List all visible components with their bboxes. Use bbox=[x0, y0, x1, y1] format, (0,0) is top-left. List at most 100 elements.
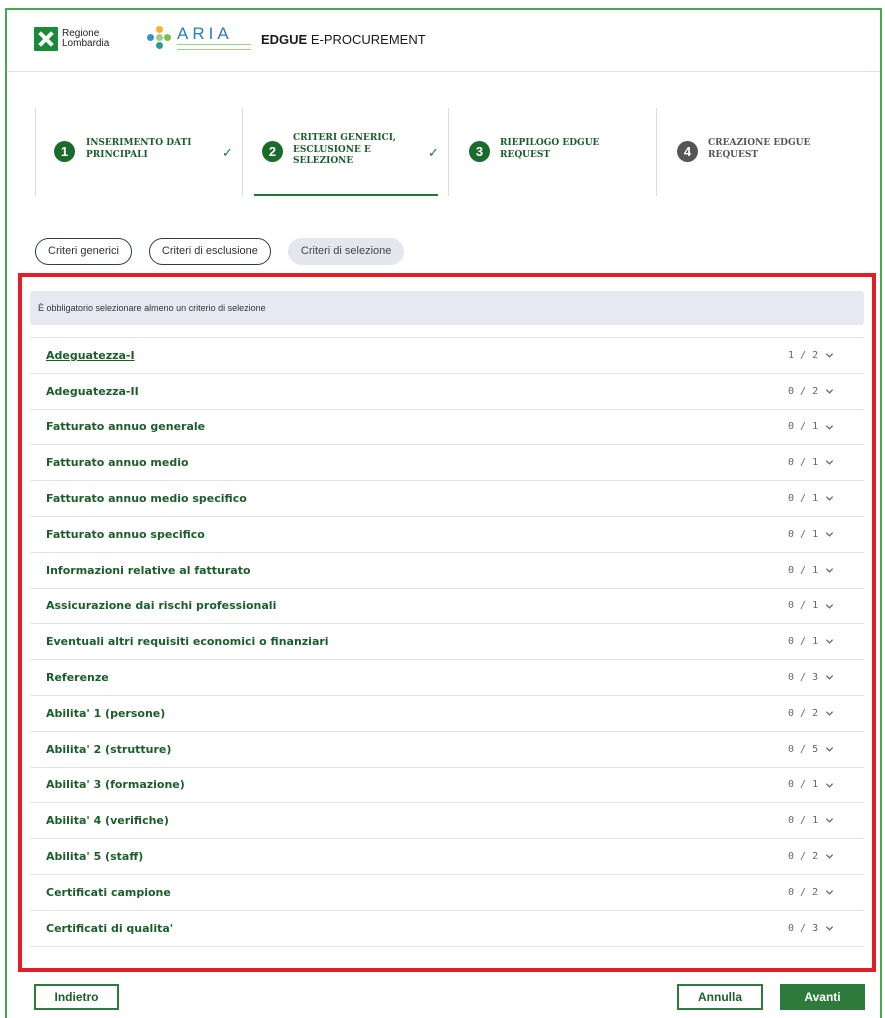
criterion-count: 0 / 2 bbox=[788, 707, 819, 719]
criterion-row[interactable]: Informazioni relative al fatturato 0 / 1 bbox=[30, 553, 864, 589]
step-2-label: CRITERI GENERICI, ESCLUSIONE E SELEZIONE bbox=[293, 133, 397, 166]
criterion-name: Assicurazione dai rischi professionali bbox=[46, 599, 277, 613]
aria-dots-icon bbox=[147, 25, 171, 50]
criterion-count: 0 / 2 bbox=[788, 851, 819, 863]
app-title-rest: E-PROCUREMENT bbox=[307, 32, 426, 47]
criterion-row[interactable]: Adeguatezza-II 0 / 2 bbox=[30, 374, 864, 410]
criterion-row[interactable]: Adeguatezza-I 1 / 2 bbox=[30, 338, 864, 374]
criterion-row[interactable]: Fatturato annuo generale 0 / 1 bbox=[30, 410, 864, 446]
step-4-label: CREAZIONE EDGUE REQUEST bbox=[708, 138, 811, 160]
step-1-number: 1 bbox=[54, 141, 75, 162]
selection-criteria-panel: È obbligatorio selezionare almeno un cri… bbox=[18, 273, 876, 972]
tab-criteri-esclusione[interactable]: Criteri di esclusione bbox=[148, 238, 271, 265]
region-logo-line2: Lombardia bbox=[62, 38, 110, 49]
step-1-label: INSERIMENTO DATI PRINCIPALI bbox=[86, 138, 192, 160]
chevron-down-icon[interactable] bbox=[825, 637, 834, 646]
chevron-down-icon[interactable] bbox=[825, 602, 834, 611]
criteria-list: Adeguatezza-I 1 / 2 Adeguatezza-II 0 / 2 Fat… bbox=[30, 337, 864, 947]
chevron-down-icon[interactable] bbox=[825, 745, 834, 754]
criterion-count: 1 / 2 bbox=[788, 349, 819, 361]
criterion-row[interactable]: Fatturato annuo medio specifico 0 / 1 bbox=[30, 481, 864, 517]
criterion-row[interactable]: Referenze 0 / 3 bbox=[30, 660, 864, 696]
criterion-count: 0 / 1 bbox=[788, 815, 819, 827]
criterion-name: Certificati campione bbox=[46, 885, 171, 899]
back-button[interactable]: Indietro bbox=[34, 984, 119, 1010]
criterion-count: 0 / 1 bbox=[788, 564, 819, 576]
criterion-row[interactable]: Abilita' 5 (staff) 0 / 2 bbox=[30, 839, 864, 875]
chevron-down-icon[interactable] bbox=[825, 781, 834, 790]
criterion-count: 0 / 3 bbox=[788, 922, 819, 934]
criterion-name: Certificati di qualita' bbox=[46, 921, 174, 935]
criterion-count: 0 / 1 bbox=[788, 528, 819, 540]
step-3-number: 3 bbox=[469, 141, 490, 162]
chevron-down-icon[interactable] bbox=[825, 423, 834, 432]
chevron-down-icon[interactable] bbox=[825, 852, 834, 861]
step-3-label: RIEPILOGO EDGUE REQUEST bbox=[500, 138, 600, 160]
app-header: Regione Lombardia ARIA EDGUE E-PROCUREME… bbox=[7, 10, 880, 72]
criterion-row[interactable]: Abilita' 1 (persone) 0 / 2 bbox=[30, 696, 864, 732]
criterion-name: Abilita' 5 (staff) bbox=[46, 850, 144, 864]
criterion-row[interactable]: Assicurazione dai rischi professionali 0 … bbox=[30, 589, 864, 625]
criterion-count: 0 / 1 bbox=[788, 779, 819, 791]
criterion-name: Fatturato annuo generale bbox=[46, 420, 206, 434]
aria-wordmark: ARIA bbox=[177, 24, 233, 43]
step-1[interactable]: 1 INSERIMENTO DATI PRINCIPALI ✓ bbox=[35, 108, 242, 196]
chevron-down-icon[interactable] bbox=[825, 458, 834, 467]
criterion-count: 0 / 1 bbox=[788, 600, 819, 612]
aria-tagline-decoration bbox=[177, 44, 251, 50]
criterion-name: Adeguatezza-I bbox=[46, 348, 135, 362]
criterion-row[interactable]: Abilita' 3 (formazione) 0 / 1 bbox=[30, 768, 864, 804]
criterion-count: 0 / 3 bbox=[788, 672, 819, 684]
criterion-name: Eventuali altri requisiti economici o fi… bbox=[46, 635, 329, 649]
chevron-down-icon[interactable] bbox=[825, 351, 834, 360]
app-title-bold: EDGUE bbox=[261, 32, 308, 47]
criterion-name: Adeguatezza-II bbox=[46, 384, 139, 398]
chevron-down-icon[interactable] bbox=[825, 709, 834, 718]
next-button[interactable]: Avanti bbox=[780, 984, 865, 1010]
criteria-tabs: Criteri generici Criteri di esclusione C… bbox=[35, 238, 405, 265]
step-1-check-icon: ✓ bbox=[222, 146, 233, 161]
step-2-active-indicator bbox=[254, 194, 438, 196]
chevron-down-icon[interactable] bbox=[825, 888, 834, 897]
tab-criteri-generici[interactable]: Criteri generici bbox=[35, 238, 132, 265]
criterion-name: Abilita' 4 (verifiche) bbox=[46, 814, 169, 828]
chevron-down-icon[interactable] bbox=[825, 530, 834, 539]
criterion-name: Fatturato annuo medio specifico bbox=[46, 492, 247, 506]
criterion-name: Fatturato annuo medio bbox=[46, 456, 189, 470]
chevron-down-icon[interactable] bbox=[825, 387, 834, 396]
criterion-name: Abilita' 3 (formazione) bbox=[46, 778, 185, 792]
criterion-name: Referenze bbox=[46, 671, 109, 685]
aria-logo: ARIA bbox=[147, 25, 251, 50]
criterion-row[interactable]: Abilita' 4 (verifiche) 0 / 1 bbox=[30, 803, 864, 840]
criterion-count: 0 / 1 bbox=[788, 457, 819, 469]
criterion-name: Abilita' 1 (persone) bbox=[46, 706, 166, 720]
criterion-count: 0 / 5 bbox=[788, 743, 819, 755]
criterion-row[interactable]: Abilita' 2 (strutture) 0 / 5 bbox=[30, 732, 864, 768]
mandatory-notice: È obbligatorio selezionare almeno un cri… bbox=[30, 291, 864, 325]
chevron-down-icon[interactable] bbox=[825, 924, 834, 933]
criterion-row[interactable]: Fatturato annuo medio 0 / 1 bbox=[30, 445, 864, 482]
chevron-down-icon[interactable] bbox=[825, 816, 834, 825]
regione-lombardia-mark-icon bbox=[34, 27, 58, 51]
step-2-check-icon: ✓ bbox=[428, 146, 439, 161]
criterion-row[interactable]: Eventuali altri requisiti economici o fi… bbox=[30, 624, 864, 661]
criterion-count: 0 / 2 bbox=[788, 385, 819, 397]
criterion-count: 0 / 1 bbox=[788, 636, 819, 648]
app-title: EDGUE E-PROCUREMENT bbox=[261, 32, 426, 47]
criterion-count: 0 / 1 bbox=[788, 421, 819, 433]
step-4[interactable]: 4 CREAZIONE EDGUE REQUEST bbox=[656, 108, 880, 196]
cancel-button[interactable]: Annulla bbox=[677, 984, 763, 1010]
criterion-row[interactable]: Fatturato annuo specifico 0 / 1 bbox=[30, 517, 864, 553]
step-2-number: 2 bbox=[262, 141, 283, 162]
chevron-down-icon[interactable] bbox=[825, 673, 834, 682]
chevron-down-icon[interactable] bbox=[825, 494, 834, 503]
tab-criteri-selezione[interactable]: Criteri di selezione bbox=[287, 238, 405, 265]
step-2[interactable]: 2 CRITERI GENERICI, ESCLUSIONE E SELEZIO… bbox=[242, 108, 448, 196]
criterion-name: Fatturato annuo specifico bbox=[46, 527, 205, 541]
step-3[interactable]: 3 RIEPILOGO EDGUE REQUEST bbox=[448, 108, 656, 196]
criterion-count: 0 / 1 bbox=[788, 493, 819, 505]
criterion-row[interactable]: Certificati campione 0 / 2 bbox=[30, 875, 864, 911]
regione-lombardia-logo: Regione Lombardia bbox=[34, 27, 109, 51]
criterion-row[interactable]: Certificati di qualita' 0 / 3 bbox=[30, 911, 864, 947]
chevron-down-icon[interactable] bbox=[825, 566, 834, 575]
